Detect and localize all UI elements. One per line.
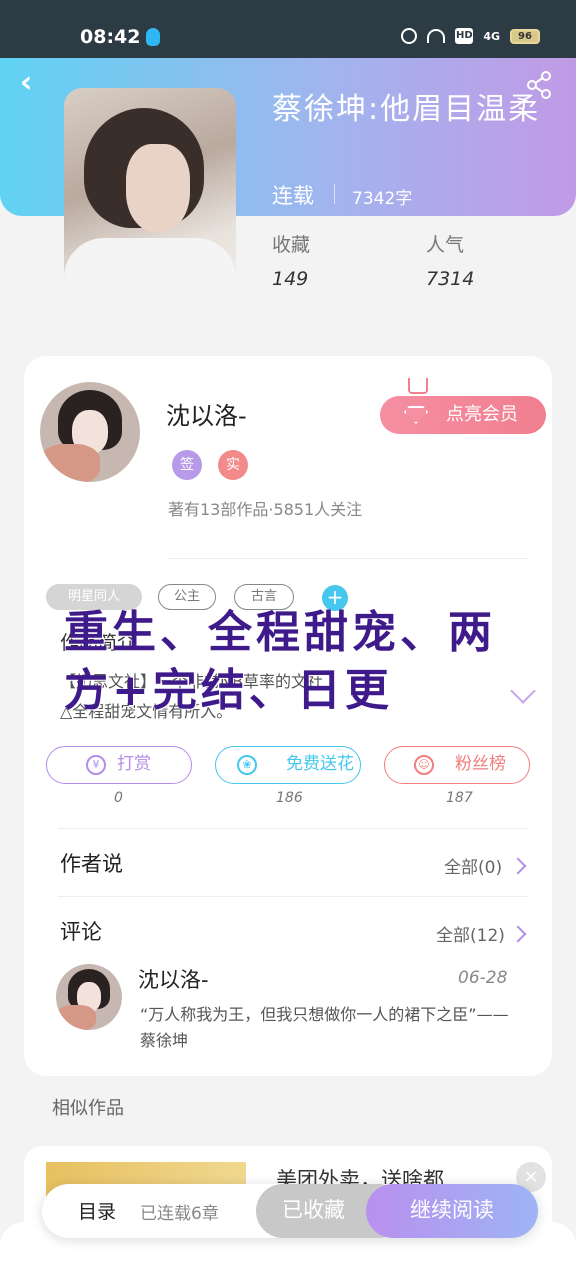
wifi-icon bbox=[427, 29, 446, 43]
book-title: 蔡徐坤:他眉目温柔 bbox=[272, 92, 541, 127]
stat-label-popularity: 人气 bbox=[426, 234, 465, 256]
comments-all-link[interactable]: 全部(12) bbox=[436, 921, 505, 946]
continue-reading-button[interactable]: 继续阅读 bbox=[366, 1184, 538, 1238]
fan-count: 187 bbox=[446, 790, 473, 806]
alarm-icon bbox=[401, 28, 418, 44]
comment-text[interactable]: “万人称我为王，但我只想做你一人的裙下之臣”——蔡徐坤 bbox=[140, 1002, 510, 1054]
flower-icon: ❀ bbox=[237, 755, 257, 775]
book-cover-image[interactable] bbox=[64, 88, 236, 312]
handwritten-overlay-text: 重生、全程甜宠、两方+完结、日更 bbox=[64, 607, 496, 716]
similar-works-label: 相似作品 bbox=[52, 1098, 124, 1119]
commenter-avatar[interactable] bbox=[56, 964, 122, 1030]
back-icon[interactable]: ‹ bbox=[20, 68, 46, 98]
toc-button[interactable]: 目录 bbox=[78, 1197, 116, 1224]
comments-title: 评论 bbox=[60, 920, 102, 944]
author-says-title: 作者说 bbox=[60, 852, 123, 876]
stat-label-favorites: 收藏 bbox=[272, 234, 311, 256]
author-avatar[interactable] bbox=[40, 382, 140, 482]
yen-icon: ¥ bbox=[86, 755, 106, 775]
signal-icon: 4G bbox=[483, 29, 500, 43]
battery-icon: 96 bbox=[510, 28, 540, 44]
tip-button[interactable]: 打赏 bbox=[46, 746, 192, 784]
divider bbox=[58, 828, 528, 829]
divider bbox=[334, 184, 335, 204]
crown-icon bbox=[408, 378, 428, 394]
verified-badge: 实 bbox=[218, 450, 248, 480]
comment-date: 06-28 bbox=[458, 968, 508, 988]
author-says-all-link[interactable]: 全部(0) bbox=[444, 853, 502, 878]
user-icon: ☺ bbox=[414, 755, 434, 775]
status-icons: HD 4G 96 bbox=[401, 28, 540, 44]
hd-icon: HD bbox=[455, 28, 474, 44]
word-count: 7342字 bbox=[352, 189, 413, 209]
signed-badge: 签 bbox=[172, 450, 202, 480]
flower-count: 186 bbox=[276, 790, 303, 806]
tip-count: 0 bbox=[114, 790, 123, 806]
author-name[interactable]: 沈以洛- bbox=[166, 396, 247, 431]
status-time: 08:42 bbox=[80, 26, 141, 48]
divider bbox=[168, 558, 528, 559]
stat-value-popularity: 7314 bbox=[426, 268, 475, 290]
status-bar: 08:42 HD 4G 96 bbox=[0, 0, 576, 58]
stat-value-favorites: 149 bbox=[272, 268, 309, 290]
chapter-count[interactable]: 已连载6章 bbox=[140, 1199, 219, 1224]
divider bbox=[58, 896, 528, 897]
author-meta: 著有13部作品·5851人关注 bbox=[168, 500, 363, 519]
fan-rank-button[interactable]: 粉丝榜 bbox=[384, 746, 530, 784]
commenter-name[interactable]: 沈以洛- bbox=[138, 964, 209, 994]
vip-button[interactable]: 点亮会员 bbox=[380, 396, 546, 434]
book-status: 连载 bbox=[272, 184, 314, 208]
book-detail-page: 08:42 HD 4G 96 ‹ 蔡徐坤:他眉目温柔 连载 7342字 收藏 1… bbox=[0, 0, 576, 1280]
qq-notification-icon bbox=[146, 28, 160, 46]
